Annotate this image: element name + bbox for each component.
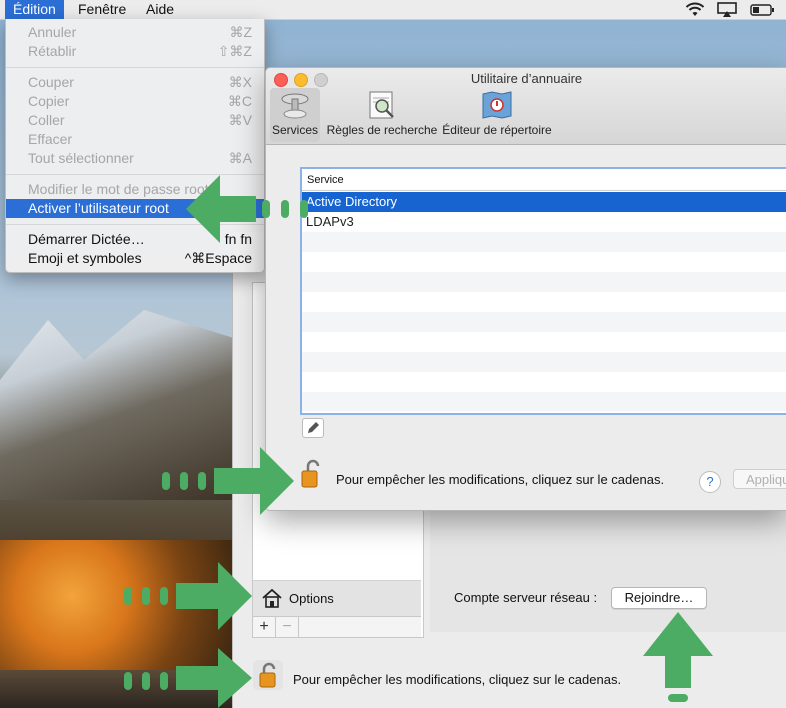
search-rules-icon: [369, 91, 394, 119]
menu-item-undo[interactable]: Annuler ⌘Z: [6, 23, 264, 42]
table-row[interactable]: Active Directory: [302, 192, 786, 212]
table-row-empty: [302, 332, 786, 352]
add-remove-bar: + −: [253, 616, 421, 637]
lock-icon[interactable]: [253, 660, 283, 690]
services-table: Service Active Directory LDAPv3: [300, 167, 786, 415]
table-row-empty: [302, 372, 786, 392]
join-button[interactable]: Rejoindre…: [611, 587, 707, 609]
menu-item-delete[interactable]: Effacer: [6, 130, 264, 149]
lock-icon[interactable]: [299, 458, 325, 490]
house-icon: [262, 588, 282, 608]
remove-user-button[interactable]: −: [276, 617, 299, 637]
help-button[interactable]: ?: [699, 471, 721, 493]
directory-utility-window: Utilitaire d’annuaire Services Règles de…: [265, 67, 786, 511]
wifi-icon[interactable]: [685, 1, 705, 18]
pencil-icon: [308, 422, 319, 433]
menu-bar: Édition Fenêtre Aide: [0, 0, 786, 20]
table-row[interactable]: LDAPv3: [302, 212, 786, 232]
window-titlebar: Utilitaire d’annuaire Services Règles de…: [266, 68, 786, 145]
network-account-label: Compte serveur réseau :: [454, 590, 598, 605]
lock-message: Pour empêcher les modifications, cliquez…: [293, 672, 622, 687]
table-row-empty: [302, 292, 786, 312]
battery-icon[interactable]: [750, 1, 776, 18]
add-user-button[interactable]: +: [253, 617, 276, 637]
lock-message: Pour empêcher les modifications, cliquez…: [336, 472, 665, 487]
options-item[interactable]: Options: [253, 580, 421, 617]
table-header-service[interactable]: Service: [302, 169, 786, 191]
edit-service-button[interactable]: [302, 418, 324, 438]
menu-item-emoji-symbols[interactable]: Emoji et symboles ^⌘Espace: [6, 249, 264, 268]
menu-item-select-all[interactable]: Tout sélectionner ⌘A: [6, 149, 264, 168]
table-row-empty: [302, 392, 786, 411]
menu-edition[interactable]: Édition: [5, 0, 64, 19]
table-row-empty: [302, 352, 786, 372]
directory-editor-icon: [482, 91, 512, 119]
table-row-empty: [302, 252, 786, 272]
airplay-icon[interactable]: [716, 1, 738, 18]
toolbar-search-rules[interactable]: Règles de recherche: [326, 88, 438, 142]
table-row-empty: [302, 232, 786, 252]
menu-item-copy[interactable]: Copier ⌘C: [6, 92, 264, 111]
apply-button[interactable]: Appliquer: [733, 469, 786, 489]
menu-aide[interactable]: Aide: [138, 0, 182, 19]
table-row-empty: [302, 312, 786, 332]
toolbar-services[interactable]: Services: [270, 88, 320, 142]
toolbar-services-label: Services: [271, 123, 318, 137]
toolbar-search-rules-label: Règles de recherche: [326, 123, 438, 137]
users-detail-pane: [430, 500, 786, 632]
toolbar-directory-editor[interactable]: Éditeur de répertoire: [442, 88, 552, 142]
options-label: Options: [289, 591, 334, 606]
menu-item-paste[interactable]: Coller ⌘V: [6, 111, 264, 130]
menu-fenetre[interactable]: Fenêtre: [70, 0, 134, 19]
menu-separator: [6, 67, 264, 68]
window-title: Utilitaire d’annuaire: [470, 71, 583, 86]
services-icon: [281, 93, 309, 119]
menu-item-redo[interactable]: Rétablir ⇧⌘Z: [6, 42, 264, 61]
table-row-empty: [302, 272, 786, 292]
toolbar-directory-editor-label: Éditeur de répertoire: [442, 123, 552, 137]
menu-item-cut[interactable]: Couper ⌘X: [6, 73, 264, 92]
